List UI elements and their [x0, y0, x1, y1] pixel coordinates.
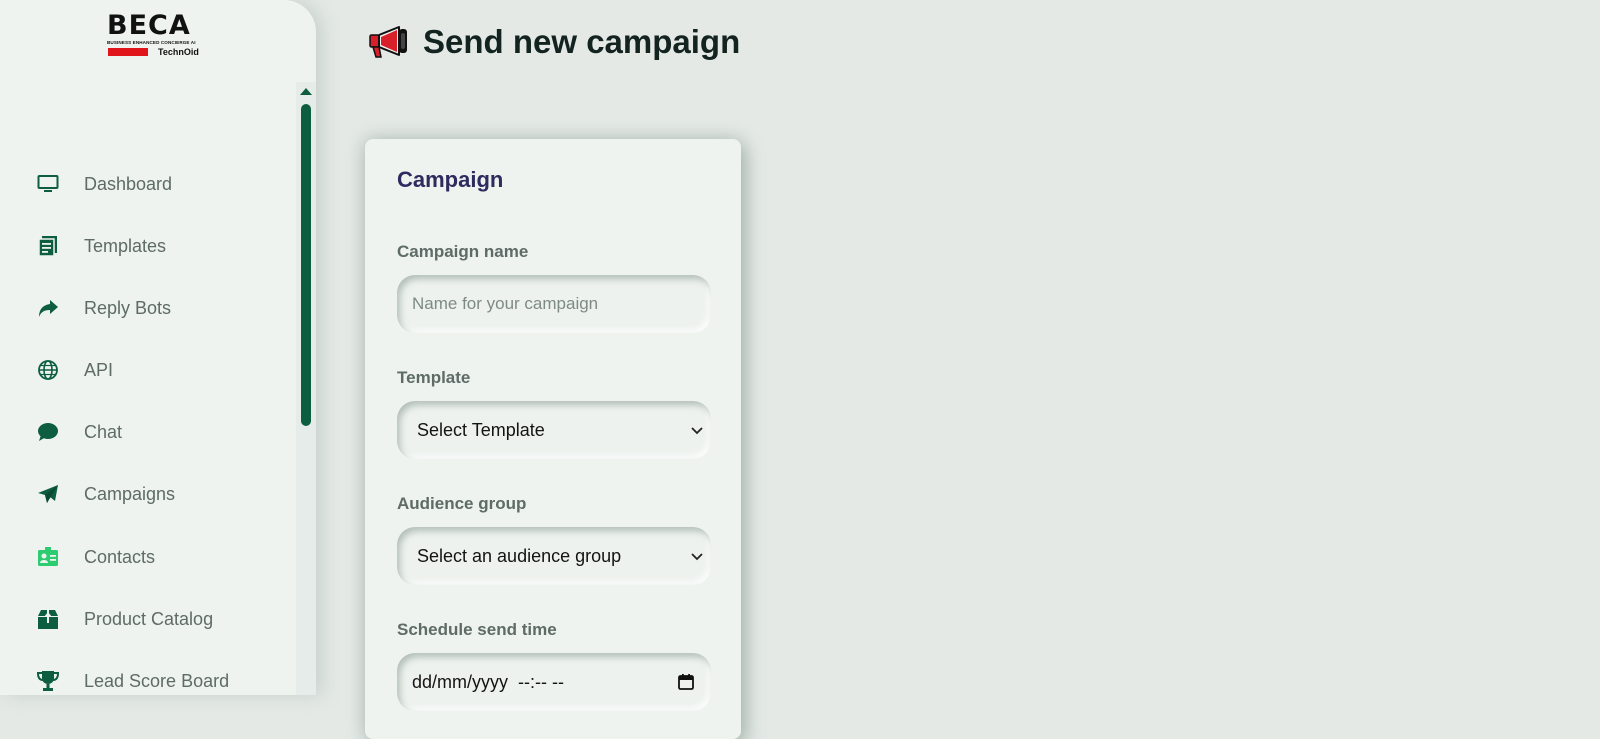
- globe-icon: [37, 359, 59, 381]
- sidebar-item-label: Chat: [84, 421, 123, 442]
- monitor-icon: [37, 173, 59, 195]
- schedule-datetime-input[interactable]: dd/mm/yyyy --:-- --: [397, 653, 711, 711]
- sidebar-item-contacts[interactable]: Contacts: [0, 537, 296, 577]
- page-header: Send new campaign: [369, 20, 740, 64]
- sidebar-item-label: Product Catalog: [84, 608, 214, 629]
- campaign-form-card: Campaign Campaign name Template Select T…: [365, 139, 741, 739]
- sidebar-item-dashboard[interactable]: Dashboard: [0, 164, 296, 204]
- audience-group-select[interactable]: Select an audience group: [397, 527, 711, 585]
- sidebar-item-reply-bots[interactable]: Reply Bots: [0, 288, 296, 328]
- contact-card-icon: [37, 546, 59, 568]
- sidebar-item-api[interactable]: API: [0, 350, 296, 390]
- template-select[interactable]: Select Template: [397, 401, 711, 459]
- campaign-name-input[interactable]: [397, 275, 711, 333]
- schedule-value: dd/mm/yyyy --:-- --: [412, 671, 564, 692]
- sidebar-item-campaigns[interactable]: Campaigns: [0, 474, 296, 514]
- logo-text: BECA: [107, 10, 191, 41]
- sidebar-item-product-catalog[interactable]: Product Catalog: [0, 599, 296, 639]
- template-label: Template: [397, 368, 471, 387]
- card-title: Campaign: [397, 167, 504, 192]
- chat-bubble-icon: [37, 421, 59, 443]
- sidebar-item-label: Templates: [84, 235, 167, 256]
- logo-red-bar: [108, 48, 148, 56]
- box-icon: [37, 608, 59, 630]
- document-icon: [37, 235, 59, 257]
- audience-select-value: Select an audience group: [417, 545, 622, 566]
- paper-plane-icon: [37, 483, 59, 505]
- scroll-up-arrow-icon[interactable]: [300, 88, 312, 95]
- sidebar-item-templates[interactable]: Templates: [0, 226, 296, 266]
- campaign-name-label: Campaign name: [397, 242, 529, 261]
- trophy-icon: [37, 670, 59, 692]
- audience-group-label: Audience group: [397, 494, 527, 513]
- sidebar-item-label: Campaigns: [84, 483, 176, 504]
- sidebar: BECA BUSINESS ENHANCED CONCIERGE AI Tech…: [0, 0, 316, 695]
- page-title: Send new campaign: [423, 23, 741, 60]
- megaphone-icon: [369, 26, 407, 58]
- chevron-down-icon: [691, 427, 703, 435]
- logo-subtitle: BUSINESS ENHANCED CONCIERGE AI: [107, 40, 196, 45]
- sidebar-item-lead-score-board[interactable]: Lead Score Board: [0, 661, 296, 695]
- chevron-down-icon: [691, 553, 703, 561]
- sidebar-item-label: Dashboard: [84, 173, 173, 194]
- brand-logo[interactable]: BECA BUSINESS ENHANCED CONCIERGE AI Tech…: [107, 12, 211, 60]
- sidebar-scrollbar[interactable]: [296, 82, 316, 695]
- share-arrow-icon: [37, 297, 59, 319]
- logo-tech: TechnOid: [158, 47, 199, 57]
- schedule-send-time-label: Schedule send time: [397, 620, 557, 639]
- sidebar-item-label: Reply Bots: [84, 297, 172, 318]
- sidebar-item-label: Contacts: [84, 546, 156, 567]
- sidebar-item-label: API: [84, 359, 114, 380]
- scrollbar-thumb[interactable]: [301, 104, 311, 426]
- calendar-icon[interactable]: [677, 673, 695, 691]
- sidebar-item-chat[interactable]: Chat: [0, 412, 296, 452]
- template-select-value: Select Template: [417, 419, 545, 440]
- sidebar-item-label: Lead Score Board: [84, 670, 230, 691]
